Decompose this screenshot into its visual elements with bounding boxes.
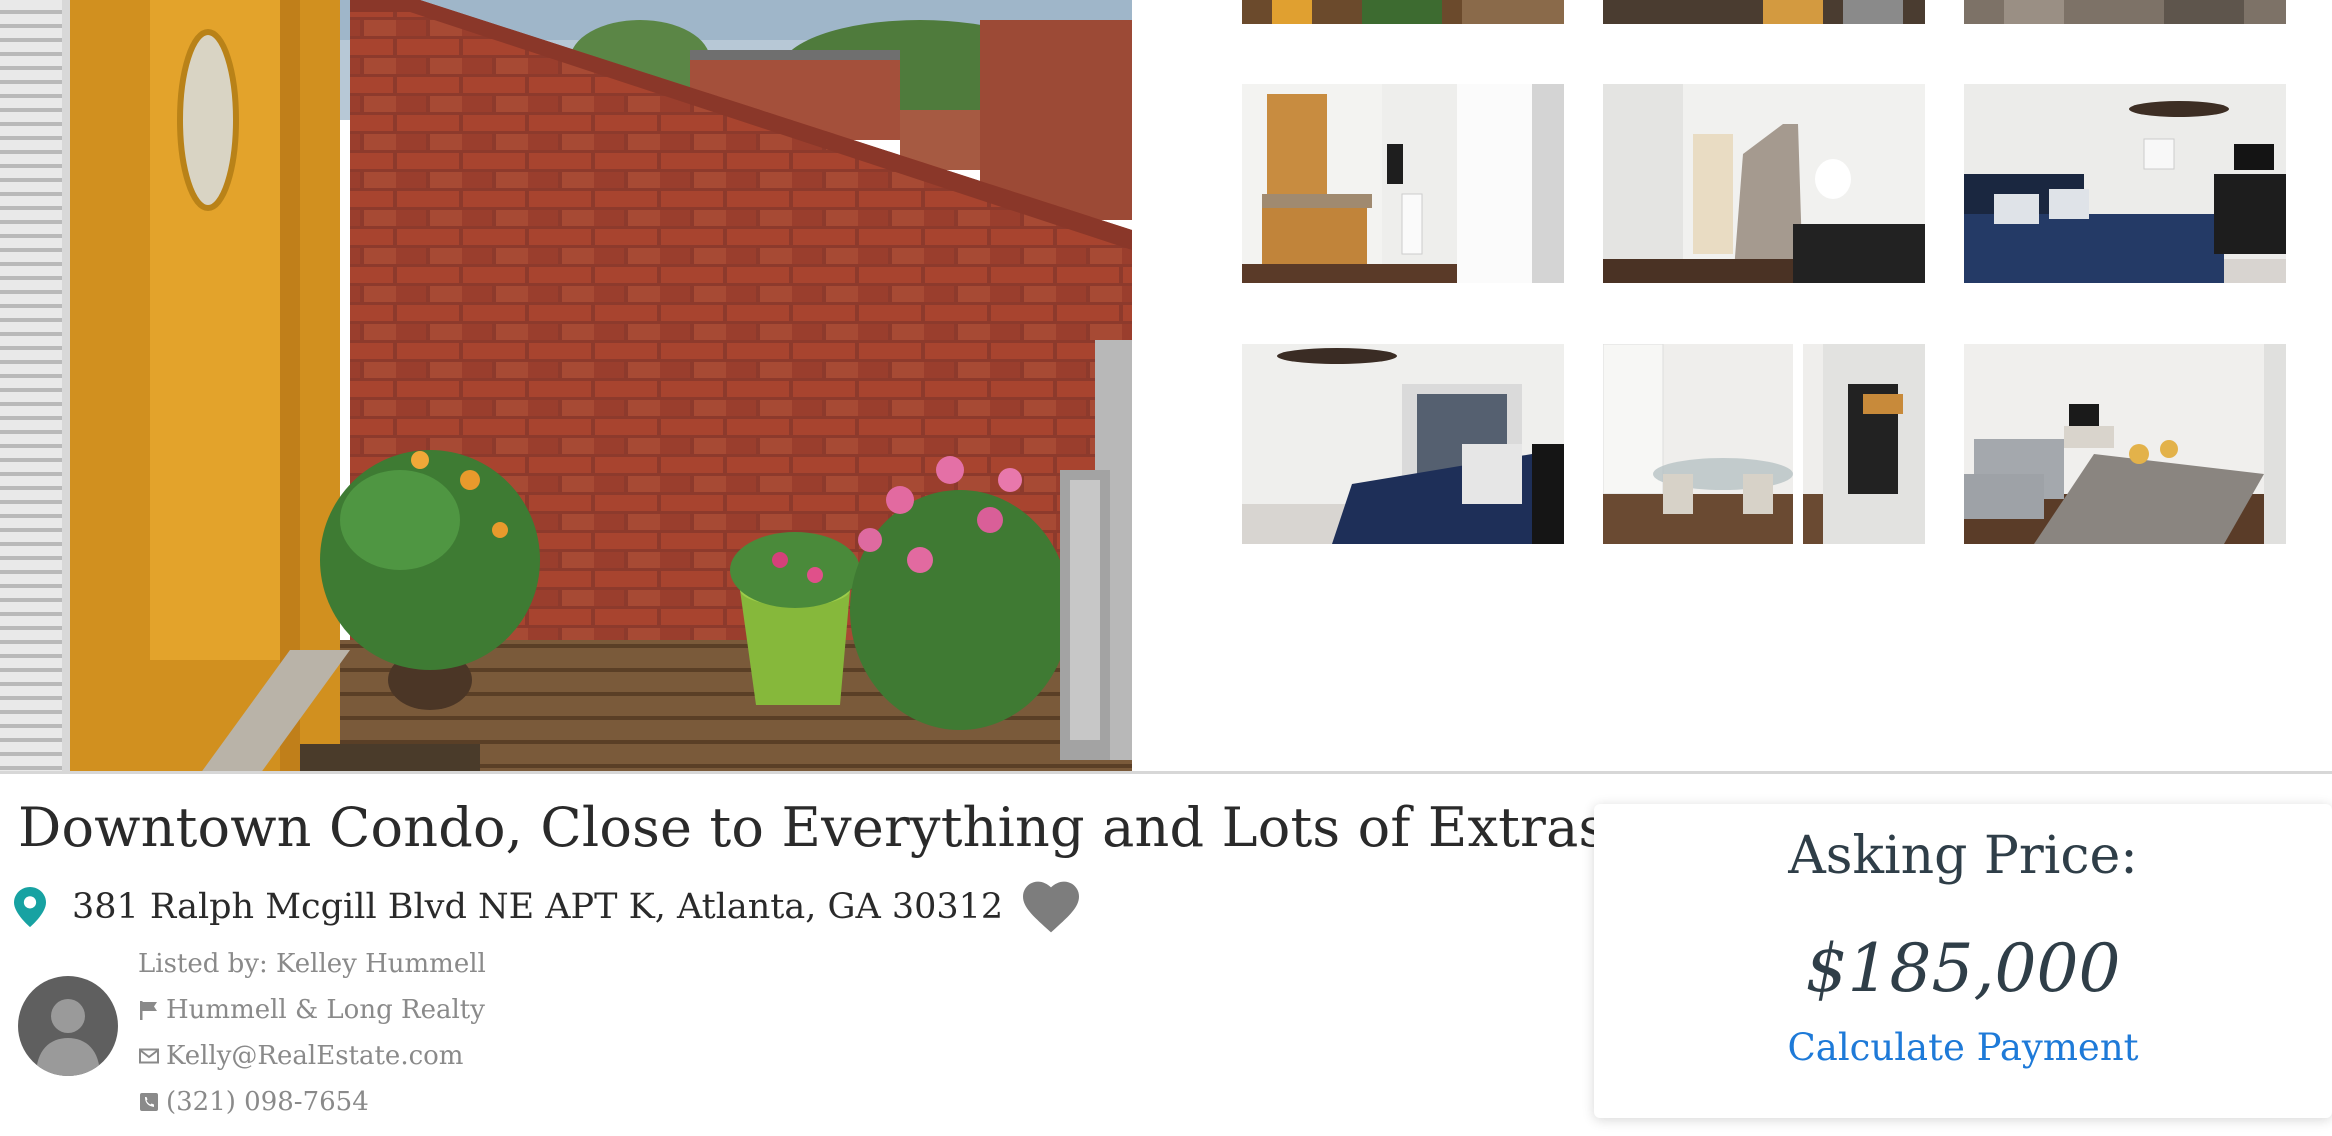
map-pin-icon xyxy=(14,887,46,927)
agent-company: Hummell & Long Realty xyxy=(138,987,486,1033)
envelope-icon xyxy=(139,1048,159,1064)
listing-address: 381 Ralph Mcgill Blvd NE APT K, Atlanta,… xyxy=(72,887,1004,927)
gallery-thumbnail-bedroom-2[interactable] xyxy=(1242,344,1564,544)
flag-icon xyxy=(140,1001,157,1020)
gallery-thumbnail-bedroom[interactable] xyxy=(1964,84,2286,283)
gallery-thumbnail-bathroom[interactable] xyxy=(1242,84,1564,283)
listed-by-text: Listed by: Kelley Hummell xyxy=(138,949,486,979)
calculate-payment-link[interactable]: Calculate Payment xyxy=(1594,1026,2332,1069)
asking-price-label: Asking Price: xyxy=(1788,826,2138,886)
agent-email[interactable]: Kelly@RealEstate.com xyxy=(138,1033,486,1079)
avatar-person-icon xyxy=(18,976,118,1076)
address-row: 381 Ralph Mcgill Blvd NE APT K, Atlanta,… xyxy=(14,880,1080,934)
section-divider xyxy=(0,771,2332,774)
gallery-thumbnail-dining[interactable] xyxy=(1603,344,1925,544)
price-card: Asking Price: $185,000 Calculate Payment xyxy=(1594,804,2332,1118)
gallery-thumbnail[interactable] xyxy=(1242,0,1564,24)
agent-company-text: Hummell & Long Realty xyxy=(166,995,485,1025)
gallery-thumbnail[interactable] xyxy=(1603,0,1925,24)
heart-icon[interactable] xyxy=(1023,881,1080,933)
agent-phone-text: (321) 098-7654 xyxy=(166,1087,369,1117)
listing-title: Downtown Condo, Close to Everything and … xyxy=(18,796,1629,859)
phone-icon xyxy=(140,1093,158,1111)
agent-email-text: Kelly@RealEstate.com xyxy=(166,1041,464,1071)
gallery-thumbnail-living-room[interactable] xyxy=(1964,344,2286,544)
gallery-thumbnail-staircase[interactable] xyxy=(1603,84,1925,283)
main-listing-photo[interactable] xyxy=(0,0,1132,774)
agent-phone[interactable]: (321) 098-7654 xyxy=(138,1079,486,1125)
agent-info: Listed by: Kelley Hummell Hummell & Long… xyxy=(138,941,486,1125)
agent-avatar xyxy=(18,976,118,1076)
asking-price-value: $185,000 xyxy=(1805,930,2121,1007)
gallery-thumbnail[interactable] xyxy=(1964,0,2286,24)
listed-by: Listed by: Kelley Hummell xyxy=(138,941,486,987)
